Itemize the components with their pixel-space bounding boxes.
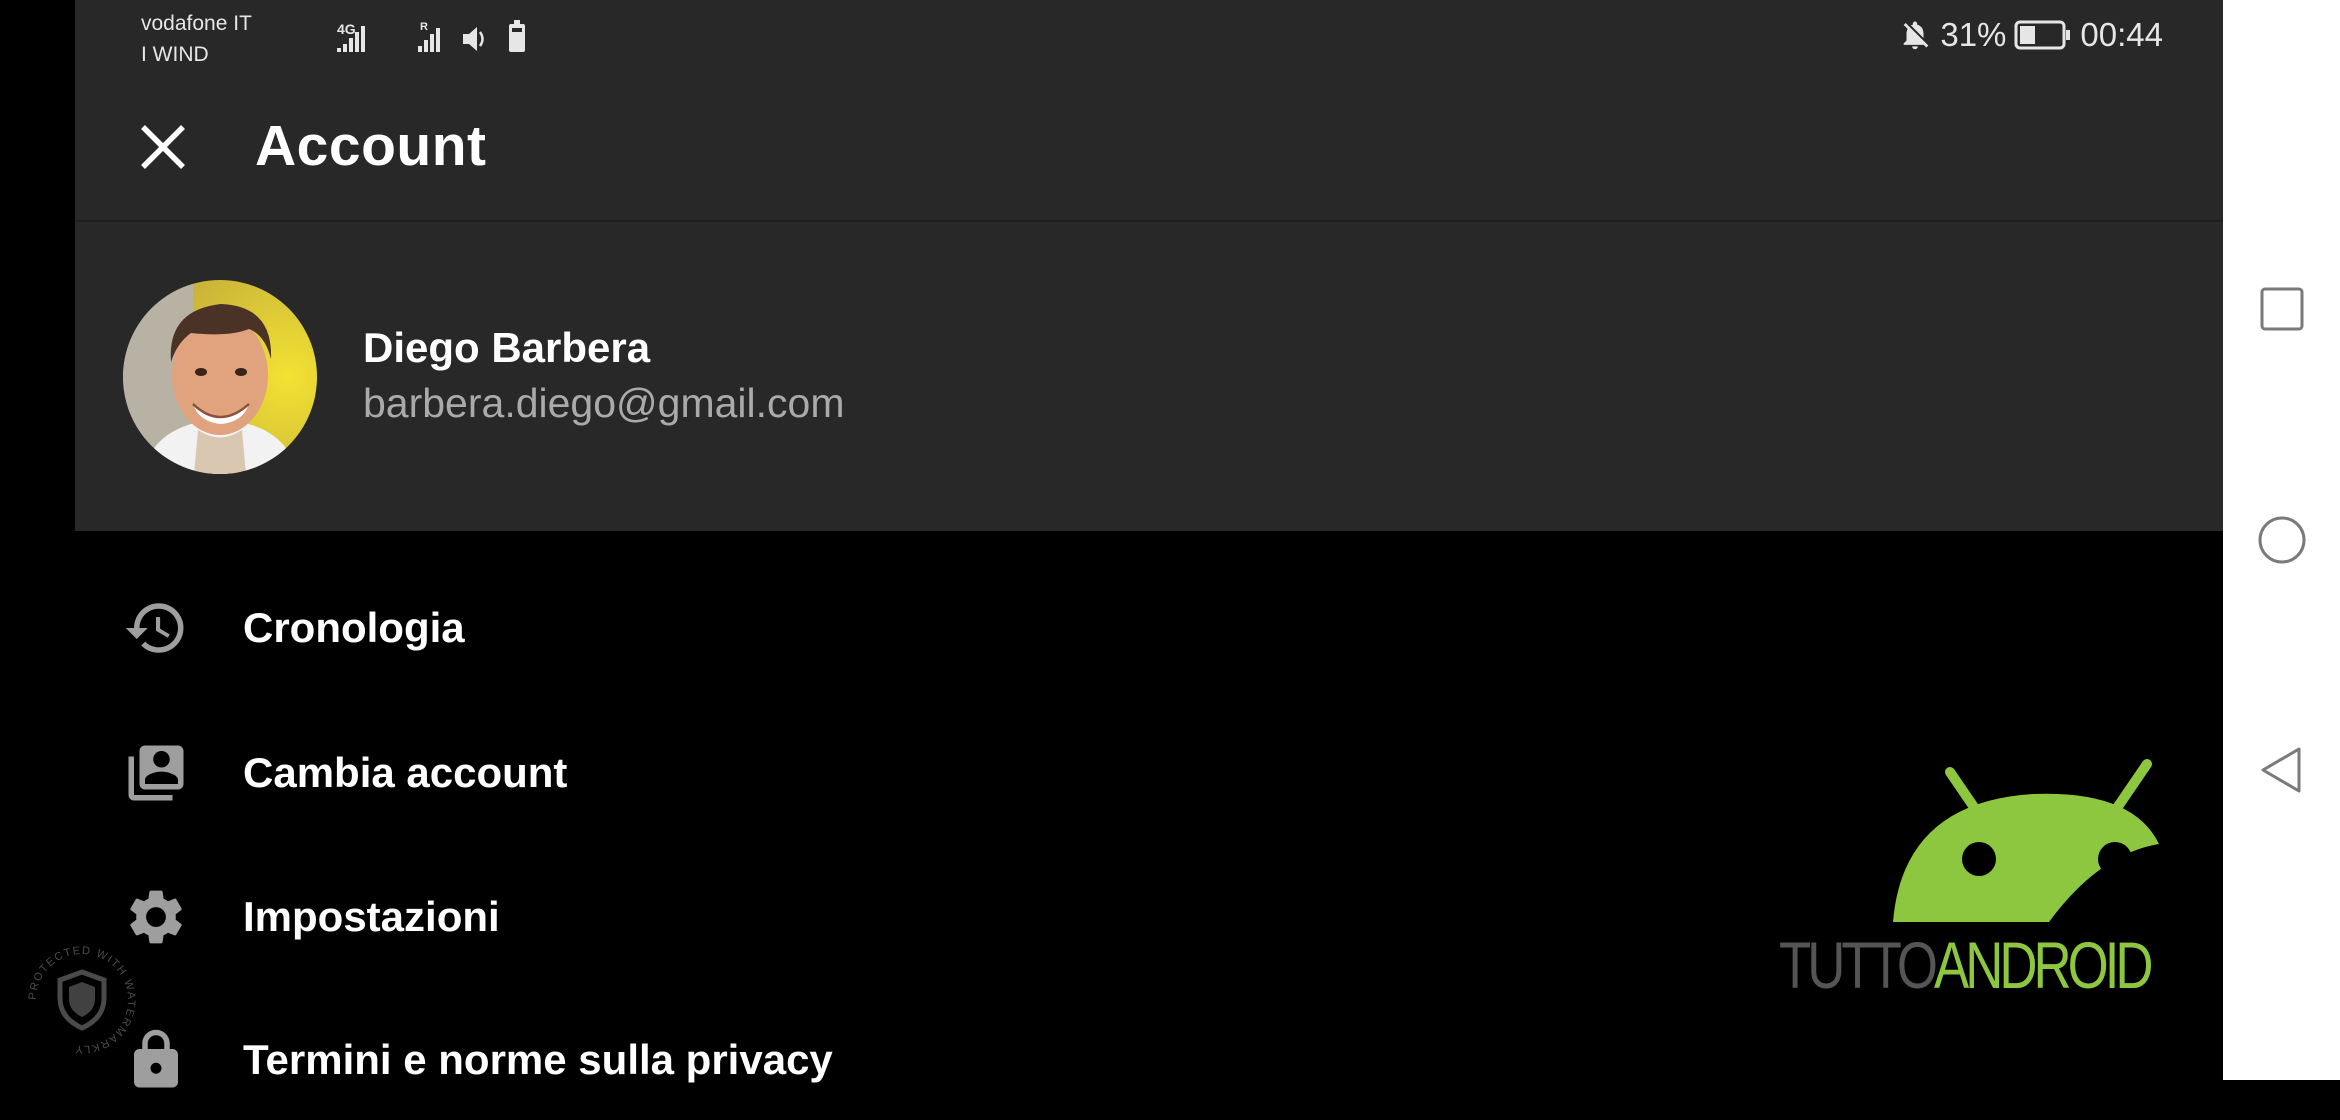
profile-email: barbera.diego@gmail.com (363, 380, 845, 426)
left-black-margin (0, 0, 75, 1080)
page-title: Account (255, 114, 487, 178)
menu-item-label: Impostazioni (243, 893, 500, 940)
close-icon (141, 125, 185, 169)
avatar[interactable] (123, 280, 317, 474)
battery-percent-label: 31% (1940, 16, 2007, 53)
clock-label: 00:44 (2080, 16, 2163, 53)
close-button[interactable] (130, 114, 196, 180)
home-button[interactable] (2253, 511, 2311, 569)
network-type-label: 4G (337, 21, 356, 37)
carrier-labels: vodafone IT I WIND (141, 8, 252, 70)
menu-item-label: Cambia account (243, 749, 568, 796)
carrier-1-label: vodafone IT (141, 12, 252, 35)
signal-icons: 4G R (337, 20, 525, 52)
back-triangle-icon (2261, 747, 2301, 793)
volume-icon (463, 27, 484, 51)
status-bar: vodafone IT I WIND 4G R 31% 00:44 (75, 0, 2223, 75)
logo-text-2: ANDROID (1934, 928, 2153, 1002)
history-icon (123, 595, 189, 661)
carrier-2-label: I WIND (141, 43, 209, 66)
menu-item-label: Cronologia (243, 604, 465, 651)
profile-name: Diego Barbera (363, 324, 651, 371)
tuttoandroid-wordmark: TUTTOANDROID (1779, 927, 2154, 1003)
status-right-group: 31% 00:44 (1898, 16, 2163, 54)
notifications-off-icon (1904, 21, 1929, 50)
watermarkly-stamp: PROTECTED WITH WATERMARKLY (27, 945, 136, 1055)
back-button[interactable] (2253, 741, 2311, 799)
recents-button[interactable] (2253, 280, 2311, 338)
top-app-bar: Account (75, 75, 2223, 222)
avatar-photo (123, 280, 317, 474)
roaming-label: R (420, 21, 428, 33)
home-circle-icon (2258, 516, 2306, 564)
battery-icon (2014, 20, 2071, 50)
menu-item-history[interactable]: Cronologia (75, 568, 2223, 688)
profile-card[interactable]: Diego Barbera barbera.diego@gmail.com (75, 222, 2223, 531)
system-navigation-bar (2223, 0, 2340, 1080)
battery-vertical-icon (509, 20, 525, 52)
menu-item-label: Termini e norme sulla privacy (243, 1036, 833, 1083)
menu-item-privacy[interactable]: Termini e norme sulla privacy (75, 1000, 2223, 1120)
switch-account-icon (123, 740, 189, 806)
logo-text-1: TUTTO (1779, 928, 1938, 1002)
recents-square-icon (2260, 287, 2304, 331)
